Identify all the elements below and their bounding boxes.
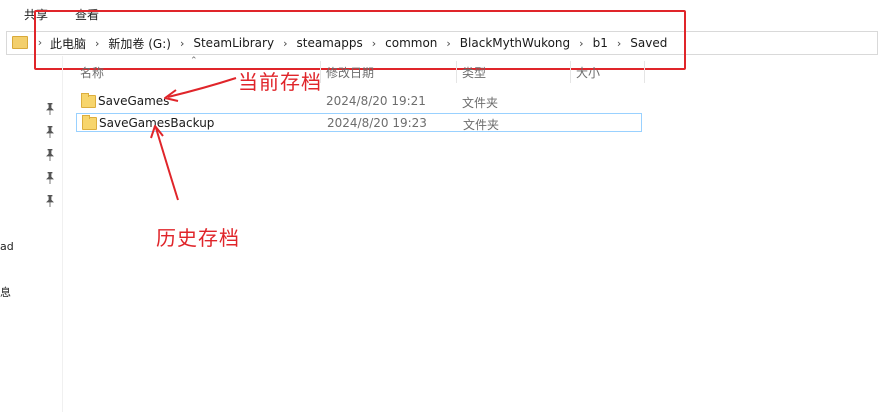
arrow-to-current-save bbox=[164, 77, 237, 102]
annotation-current-save: 当前存档 bbox=[238, 70, 322, 94]
file-explorer-window: 共享 查看 › 此电脑 › 新加卷 (G:) › SteamLibrary › … bbox=[0, 0, 885, 412]
annotation-history-save: 历史存档 bbox=[156, 226, 240, 250]
annotation-arrows bbox=[150, 77, 237, 201]
arrow-to-backup-save bbox=[150, 125, 179, 201]
